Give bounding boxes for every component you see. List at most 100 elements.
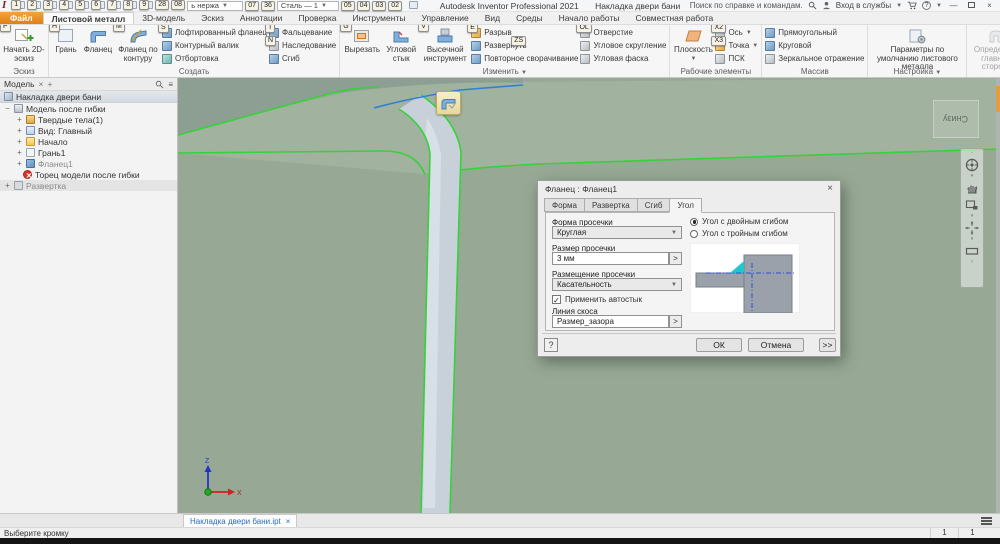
ucs-button[interactable]: ПСК [715,52,758,65]
help-button[interactable]: ? [922,1,931,10]
seam-size-flyout-button[interactable]: > [669,252,682,265]
dialog-title-bar[interactable]: Фланец : Фланец1 × [538,181,840,196]
qat-button[interactable]: 6 [91,0,105,11]
fold-button[interactable]: T Фальцевание [269,26,336,39]
chevron-down-icon[interactable]: ▼ [896,3,902,9]
document-tab[interactable]: Накладка двери бани.ipt × [183,514,297,528]
tab-tools[interactable]: Инструменты [344,12,413,24]
tree-item-origin[interactable]: + Начало [0,136,177,147]
search-icon[interactable] [808,1,817,10]
expand-icon[interactable]: + [16,137,23,146]
dialog-tab-shape[interactable]: Форма [544,198,585,212]
contour-roll-button[interactable]: Контурный валик [162,39,267,52]
miter-line-flyout-button[interactable]: > [669,315,682,328]
tab-view[interactable]: Вид [477,12,508,24]
tab-close-icon[interactable]: × [286,517,291,526]
minimize-button[interactable]: — [947,1,960,10]
tab-sheet-metal[interactable]: Листовой металл [43,12,135,24]
bend-button[interactable]: Сгиб [269,52,336,65]
tree-item-end-of-folded[interactable]: Торец модели после гибки [0,169,177,180]
sign-in-button[interactable]: Вход в службы [836,1,891,10]
qat-button[interactable]: 2 [27,0,41,11]
expand-icon[interactable]: + [16,159,23,168]
tree-item-flat-pattern[interactable]: + Развертка [0,180,177,191]
orbit-icon[interactable] [964,220,980,236]
navbar-handle-icon[interactable]: ▫ [971,151,973,156]
inventor-logo-icon[interactable]: I [2,0,6,11]
qat-button[interactable]: 28 [155,0,169,11]
more-options-button[interactable]: >> [819,338,836,352]
flange-button[interactable]: Фланец [82,26,114,55]
circular-pattern-button[interactable]: Круговой [765,39,864,52]
navigation-wheel-icon[interactable] [964,157,980,173]
appearance-select[interactable]: Сталь — 1▼ [277,1,339,11]
browser-add-icon[interactable]: + [47,79,52,89]
corner-seam-button[interactable]: Угловой стык [383,26,419,63]
expand-icon[interactable]: + [16,148,23,157]
qat-button[interactable]: 8 [123,0,137,11]
qat-button[interactable]: 4 [59,0,73,11]
work-point-button[interactable]: X3 Точка ▼ [715,39,758,52]
pan-hand-icon[interactable] [964,180,980,196]
browser-menu-icon[interactable]: ≡ [168,80,173,89]
seam-shape-select[interactable]: Круглая ▼ [552,226,682,239]
hem-button[interactable]: Отбортовка [162,52,267,65]
material-select[interactable]: ь нержа▼ [187,1,243,11]
look-at-icon[interactable] [964,243,980,259]
collapse-icon[interactable]: − [4,104,11,113]
tree-item-face1[interactable]: + Грань1 [0,147,177,158]
chevron-down-icon[interactable]: ▼ [936,3,942,9]
tree-root-document[interactable]: Накладка двери бани [0,91,177,103]
tab-get-started[interactable]: Начало работы [551,12,628,24]
in-canvas-flange-glyph[interactable] [436,91,461,115]
chevron-down-icon[interactable]: ▾ [971,174,974,179]
expand-icon[interactable]: + [16,126,23,135]
qat-button[interactable]: 08 [171,0,185,11]
seam-placement-select[interactable]: Касательность ▼ [552,278,682,291]
tab-manage[interactable]: Управление [413,12,476,24]
dialog-close-icon[interactable]: × [827,183,833,194]
work-plane-button[interactable]: Плоскость ▼ [673,26,713,63]
navbar-menu-icon[interactable]: ▿ [971,260,974,265]
contour-flange-button[interactable]: M Фланец по контуру [116,26,160,63]
close-button[interactable]: × [983,1,996,10]
maximize-button[interactable] [965,1,978,10]
expand-icon[interactable]: + [4,181,11,190]
derive-button[interactable]: N Наследование [269,39,336,52]
apply-autoseam-checkbox[interactable]: ✓ Применить автостык [552,295,642,304]
qat-button[interactable]: 1 [11,0,25,11]
dialog-tab-corner[interactable]: Угол [669,198,701,213]
zoom-window-icon[interactable] [964,197,980,213]
tree-item-view-main[interactable]: + Вид: Главный [0,125,177,136]
tree-item-flange1[interactable]: + Фланец1 [0,158,177,169]
cancel-button[interactable]: Отмена [748,338,804,352]
qat-button[interactable]: 5 [75,0,89,11]
tab-environments[interactable]: Среды [508,12,550,24]
qat-button[interactable]: 9 [139,0,153,11]
corner-round-button[interactable]: Угловое скругление [580,39,666,52]
unfold-button[interactable]: ZS Развернуть [471,39,578,52]
miter-line-input[interactable]: Размер_зазора [552,315,669,328]
ok-button[interactable]: ОК [696,338,742,352]
browser-close-icon[interactable]: × [39,79,44,89]
face-button[interactable]: H Грань [52,26,80,55]
app-store-cart-icon[interactable] [907,1,917,10]
start-2d-sketch-button[interactable]: P Начать 2D-эскиз [3,26,45,63]
qat-button[interactable]: 3 [43,0,57,11]
mirror-button[interactable]: Зеркальное отражение [765,52,864,65]
panel-label-modify[interactable]: Изменить ▼ [343,67,666,77]
tab-collaborate[interactable]: Совместная работа [627,12,721,24]
file-menu-button[interactable]: Файл [0,12,43,24]
dialog-tab-bend[interactable]: Сгиб [637,198,671,212]
punch-tool-button[interactable]: V Высечной инструмент [421,26,469,63]
refold-button[interactable]: Повторное сворачивание [471,52,578,65]
cut-button[interactable]: G Вырезать [343,26,381,55]
double-bend-radio[interactable]: Угол с двойным сгибом [690,217,788,226]
tab-annotate[interactable]: Аннотации [232,12,291,24]
dialog-help-button[interactable]: ? [544,338,558,352]
chevron-down-icon[interactable]: ▾ [971,214,974,219]
sheet-metal-defaults-button[interactable]: Параметры по умолчанию листового металла [871,26,963,72]
lofted-flange-button[interactable]: S Лофтированный фланец [162,26,267,39]
rectangular-pattern-button[interactable]: Прямоугольный [765,26,864,39]
expand-icon[interactable]: + [16,115,23,124]
